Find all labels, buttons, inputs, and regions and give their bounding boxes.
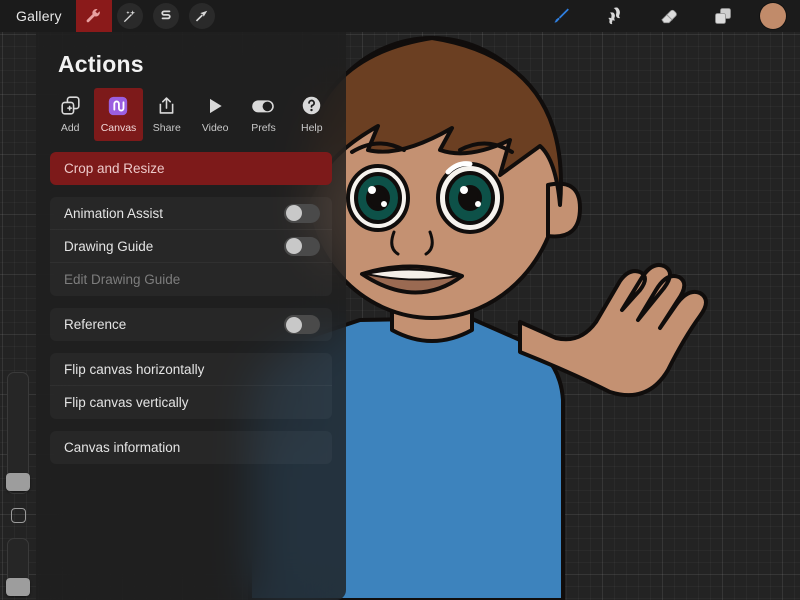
panel-tabs: Add Canvas Share Video Prefs Help	[36, 88, 346, 141]
left-sidebar	[4, 372, 32, 596]
menu-item-flip-canvas-vertically[interactable]: Flip canvas vertically	[50, 386, 332, 419]
menu-group: Reference	[50, 308, 332, 341]
color-swatch[interactable]	[760, 3, 786, 29]
paintbrush-icon[interactable]	[546, 1, 576, 31]
toggle-knob	[285, 238, 302, 254]
brush-opacity-slider-knob[interactable]	[6, 578, 30, 596]
selection-icon[interactable]	[152, 3, 179, 29]
eraser-icon[interactable]	[654, 1, 684, 31]
video-play-icon	[205, 94, 225, 117]
menu-item-drawing-guide[interactable]: Drawing Guide	[50, 230, 332, 263]
tab-share[interactable]: Share	[143, 88, 191, 141]
actions-panel: Actions Add Canvas Share Video Prefs Hel…	[36, 32, 346, 600]
toggle-knob	[285, 316, 302, 333]
menu-group: Animation Assist Drawing Guide Edit Draw…	[50, 197, 332, 296]
menu-group: Canvas information	[50, 431, 332, 464]
menu-item-label: Animation Assist	[64, 205, 164, 221]
menu-group: Flip canvas horizontally Flip canvas ver…	[50, 353, 332, 419]
procreate-app: Gallery Actions Add Canvas Share Video P…	[0, 0, 800, 600]
add-icon	[60, 94, 81, 117]
layers-icon[interactable]	[708, 1, 738, 31]
menu-item-label: Canvas information	[64, 440, 181, 455]
reference-toggle[interactable]	[284, 315, 320, 334]
menu-item-reference[interactable]: Reference	[50, 308, 332, 341]
menu-item-label: Flip canvas horizontally	[64, 361, 205, 377]
menu-group: Crop and Resize	[50, 152, 332, 185]
menu-item-label: Crop and Resize	[64, 161, 165, 176]
tab-canvas[interactable]: Canvas	[94, 88, 143, 141]
menu-item-edit-drawing-guide: Edit Drawing Guide	[50, 263, 332, 296]
menu-item-canvas-information[interactable]: Canvas information	[50, 431, 332, 464]
canvas-icon	[107, 94, 129, 117]
canvas-menu: Crop and Resize Animation Assist Drawing…	[36, 141, 346, 464]
menu-item-label: Reference	[64, 317, 127, 332]
menu-item-label: Drawing Guide	[64, 238, 154, 254]
tab-video-label: Video	[201, 122, 229, 134]
prefs-toggle-icon	[251, 94, 275, 117]
share-icon	[156, 94, 177, 117]
adjustments-magic-wand-icon[interactable]	[116, 3, 143, 29]
drawing-guide-toggle[interactable]	[284, 236, 320, 256]
menu-item-crop-and-resize[interactable]: Crop and Resize	[50, 152, 332, 185]
tab-add-label: Add	[60, 122, 80, 134]
menu-item-animation-assist[interactable]: Animation Assist	[50, 197, 332, 230]
tab-prefs[interactable]: Prefs	[239, 88, 287, 141]
toggle-knob	[285, 205, 302, 221]
tab-help-label: Help	[301, 122, 323, 134]
animation-assist-toggle[interactable]	[284, 203, 320, 223]
smudge-icon[interactable]	[600, 1, 630, 31]
menu-item-label: Edit Drawing Guide	[64, 272, 181, 287]
transform-arrow-icon[interactable]	[188, 3, 215, 29]
top-toolbar-right	[534, 1, 800, 31]
menu-item-label: Flip canvas vertically	[64, 395, 189, 410]
tab-share-label: Share	[152, 122, 181, 134]
tab-prefs-label: Prefs	[251, 122, 276, 134]
brush-size-slider-knob[interactable]	[6, 473, 30, 491]
gallery-button[interactable]: Gallery	[0, 0, 76, 32]
modify-button[interactable]	[11, 508, 26, 523]
tab-canvas-label: Canvas	[100, 122, 137, 134]
menu-item-flip-canvas-horizontally[interactable]: Flip canvas horizontally	[50, 353, 332, 386]
help-icon	[301, 94, 322, 117]
top-toolbar: Gallery	[0, 0, 800, 32]
tab-help[interactable]: Help	[288, 88, 336, 141]
panel-title: Actions	[58, 51, 144, 77]
tab-video[interactable]: Video	[191, 88, 239, 141]
actions-wrench-icon[interactable]	[75, 0, 112, 32]
tab-add[interactable]: Add	[46, 88, 94, 141]
